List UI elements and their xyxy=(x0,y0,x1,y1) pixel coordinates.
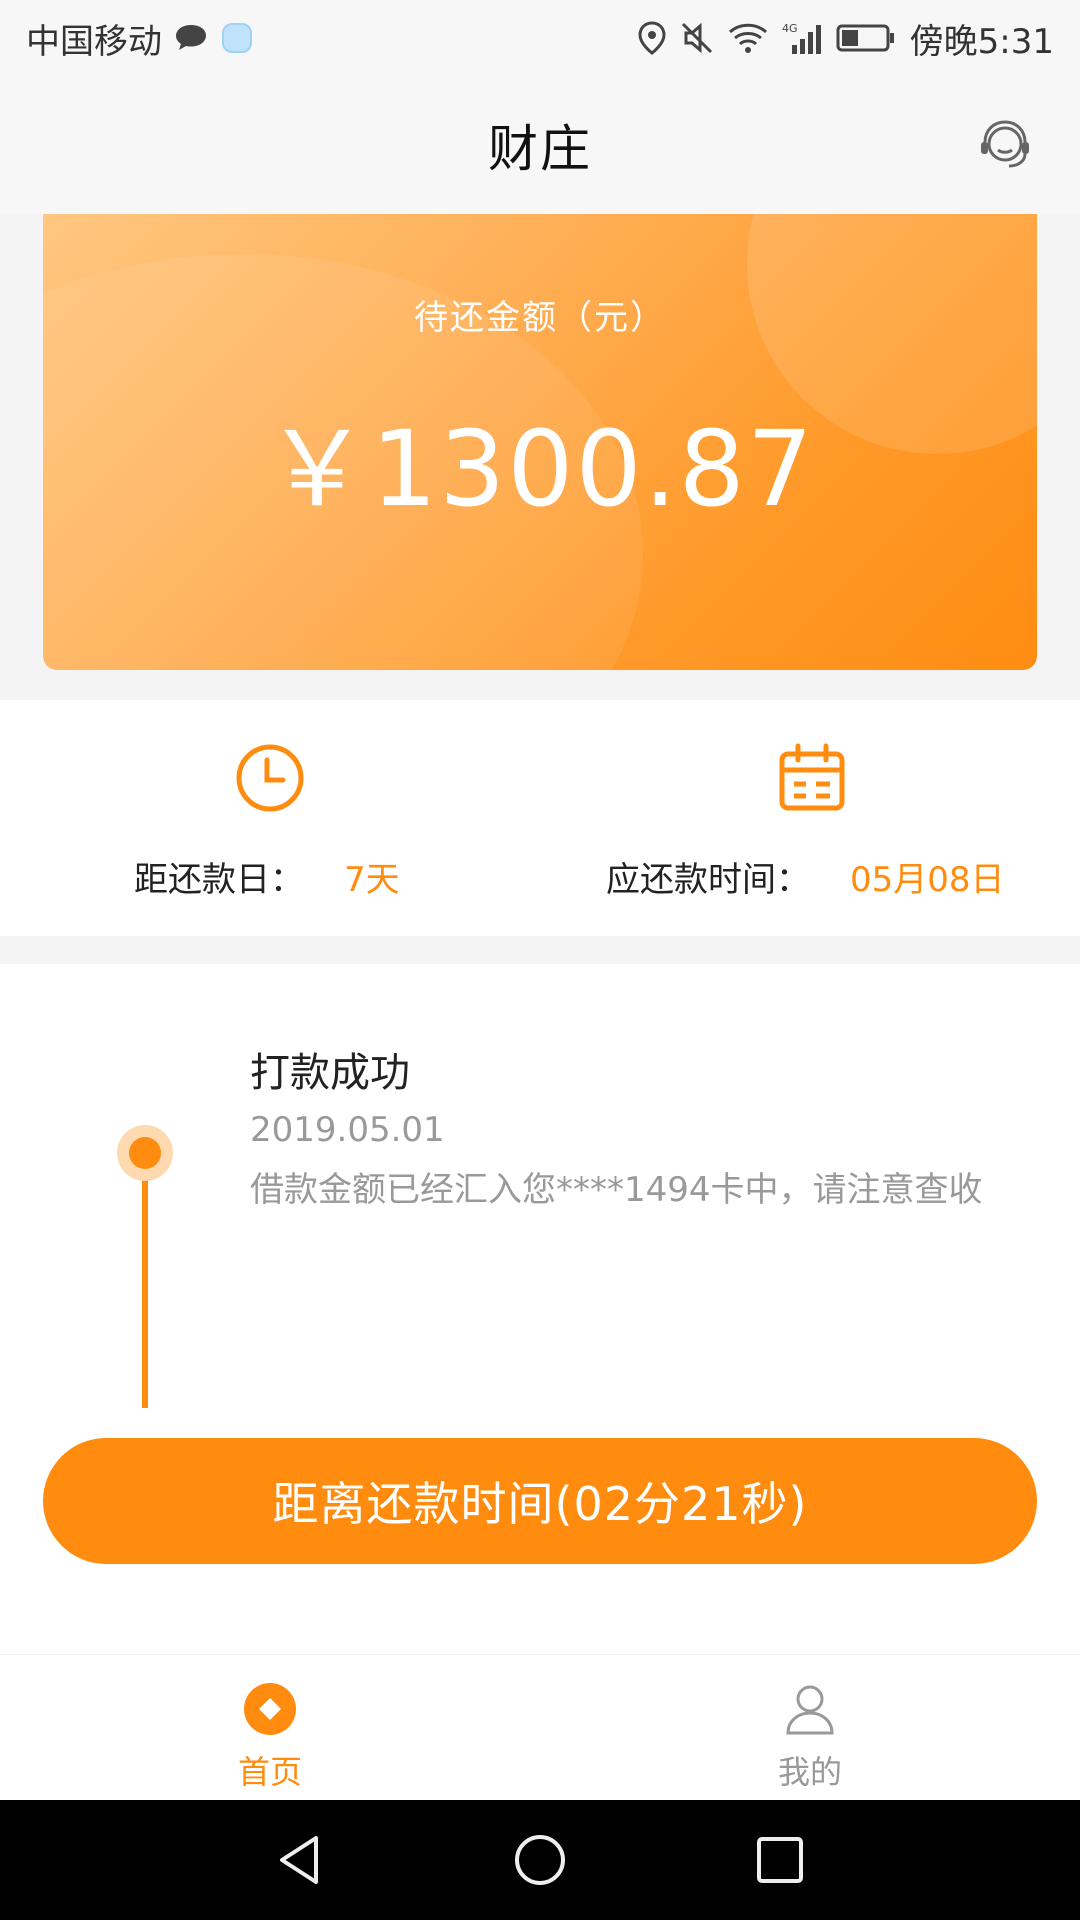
loan-timeline[interactable]: 打款成功 2019.05.01 借款金额已经汇入您****1494卡中，请注意查… xyxy=(0,964,1080,1408)
balance-card: 待还金额（元） ￥1300.87 xyxy=(43,214,1037,670)
clock-icon xyxy=(236,744,304,812)
svg-text:4G: 4G xyxy=(782,22,798,35)
timeline-item-title: 打款成功 xyxy=(250,1050,410,1096)
system-nav-bar xyxy=(0,1800,1080,1920)
timeline-item-date: 2019.05.01 xyxy=(250,1110,445,1150)
shield-icon xyxy=(220,21,254,55)
due-date: 应还款时间： 05月08日 xyxy=(540,700,1080,936)
mute-icon xyxy=(680,21,714,55)
bottom-tab-bar: 首页 我的 xyxy=(0,1654,1080,1800)
tab-profile[interactable]: 我的 xyxy=(540,1655,1080,1800)
wifi-icon xyxy=(728,22,768,54)
repayment-countdown-button[interactable]: 距离还款时间(02分21秒) xyxy=(43,1438,1037,1564)
due-value: 05月08日 xyxy=(850,860,1005,900)
page-title: 财庄 xyxy=(488,120,592,178)
status-time: 傍晚5:31 xyxy=(909,21,1054,62)
balance-card-area: 待还金额（元） ￥1300.87 xyxy=(0,214,1080,700)
action-area: 距离还款时间(02分21秒) xyxy=(0,1408,1080,1654)
repayment-info: 距还款日： 7天 应还款时间： 05月08日 xyxy=(0,700,1080,936)
timeline-item-description: 借款金额已经汇入您****1494卡中，请注意查收 xyxy=(250,1170,983,1210)
tab-home[interactable]: 首页 xyxy=(0,1655,540,1800)
timeline-line xyxy=(142,1154,148,1408)
customer-service-icon[interactable] xyxy=(976,116,1034,174)
calendar-icon xyxy=(779,743,845,811)
recent-apps-icon[interactable] xyxy=(750,1830,810,1890)
days-until-due: 距还款日： 7天 xyxy=(0,700,540,936)
balance-amount: ￥1300.87 xyxy=(264,408,816,530)
tab-profile-label: 我的 xyxy=(777,1753,842,1791)
timeline-dot xyxy=(129,1137,161,1169)
tab-home-label: 首页 xyxy=(237,1753,302,1791)
chat-bubble-icon xyxy=(174,23,208,53)
status-bar: 中国移动 4G 傍晚5:31 xyxy=(0,0,1080,76)
carrier-name: 中国移动 xyxy=(26,21,162,62)
balance-label: 待还金额（元） xyxy=(414,298,666,338)
home-nav-icon[interactable] xyxy=(510,1830,570,1890)
days-label: 距还款日： xyxy=(134,860,304,900)
signal-4g-icon: 4G xyxy=(782,21,822,55)
profile-icon xyxy=(786,1685,834,1735)
due-label: 应还款时间： xyxy=(606,860,810,900)
back-icon[interactable] xyxy=(270,1830,330,1890)
app-header: 财庄 xyxy=(0,76,1080,214)
location-icon xyxy=(638,21,666,55)
days-value: 7天 xyxy=(344,860,400,900)
home-icon xyxy=(244,1683,296,1735)
battery-icon xyxy=(836,23,896,53)
